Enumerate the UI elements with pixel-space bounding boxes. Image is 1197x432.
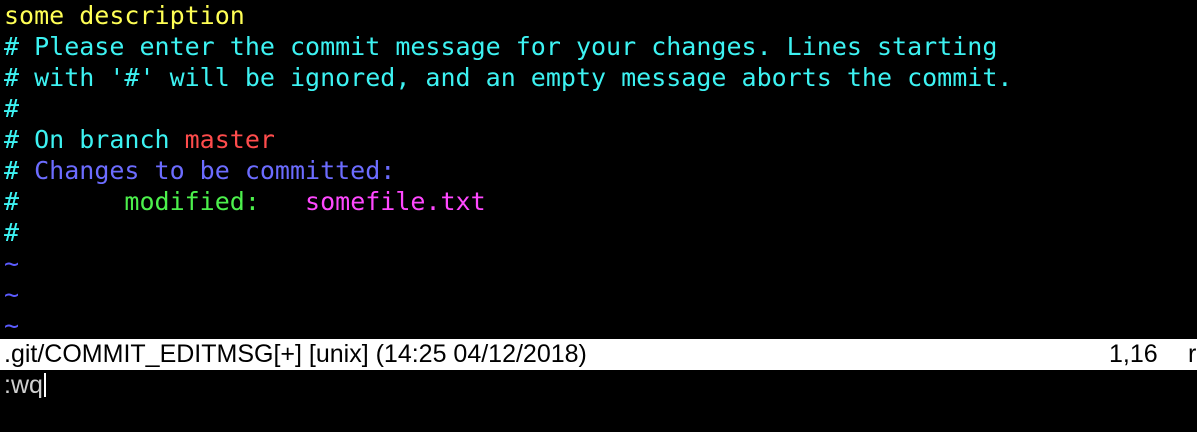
comment-line-instructions-2: # with '#' will be ignored, and an empty… (4, 63, 1013, 92)
status-bar: .git/COMMIT_EDITMSG[+] [unix] (14:25 04/… (0, 339, 1197, 370)
changes-header: Changes to be committed: (34, 156, 396, 185)
comment-line-instructions-1: # Please enter the commit message for yo… (4, 32, 998, 61)
branch-name: master (184, 125, 275, 154)
comment-line-blank: # (4, 94, 20, 123)
command-input[interactable]: :wq (4, 370, 46, 401)
command-text: :wq (4, 371, 43, 399)
branch-prefix: # On branch (4, 125, 185, 154)
branch-line: # On branch master (4, 124, 1194, 155)
modified-label: modified: (19, 187, 306, 216)
commit-message-line[interactable]: some description (4, 0, 1194, 31)
changes-header-line: # Changes to be committed: (4, 155, 1194, 186)
empty-line-tilde: ~ (4, 280, 20, 309)
editor-buffer[interactable]: some description # Please enter the comm… (4, 0, 1194, 340)
command-line[interactable]: :wq (0, 370, 1197, 402)
empty-line-tilde: ~ (4, 311, 20, 340)
comment-hash: # (4, 187, 20, 216)
status-cursor-position: 1,16 (1109, 340, 1158, 368)
modified-file-line: # modified: somefile.txt (4, 186, 1194, 217)
comment-line-blank: # (4, 218, 20, 247)
text-cursor (43, 373, 46, 397)
empty-line-tilde: ~ (4, 249, 20, 278)
modified-file-name: somefile.txt (305, 187, 486, 216)
status-file-info: .git/COMMIT_EDITMSG[+] [unix] (14:25 04/… (4, 340, 587, 368)
comment-hash: # (4, 156, 35, 185)
status-truncated-text: r (1188, 340, 1197, 368)
